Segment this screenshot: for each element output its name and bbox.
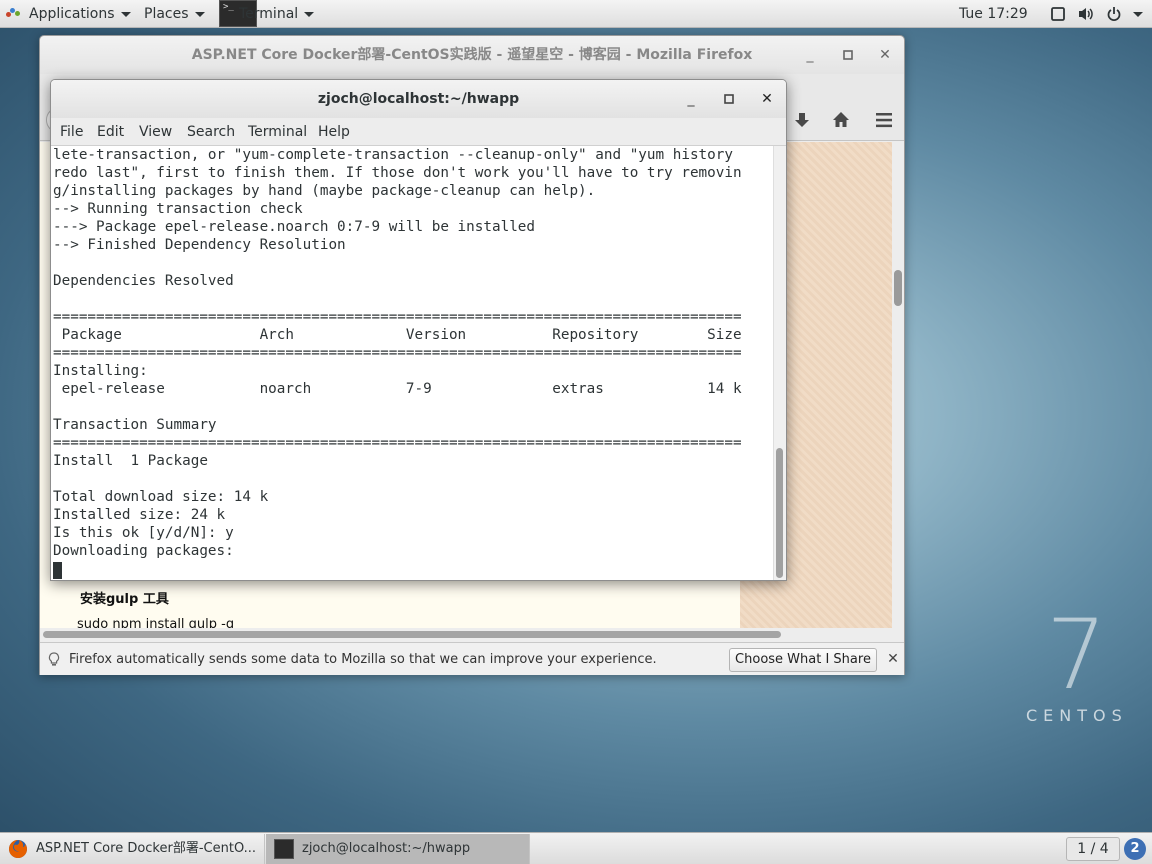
notice-text: Firefox automatically sends some data to… — [69, 643, 657, 676]
clock[interactable]: Tue 17:29 — [959, 0, 1028, 28]
terminal-line: redo last", first to finish them. If tho… — [53, 164, 742, 182]
menu-view[interactable]: View — [139, 118, 172, 146]
firefox-title: ASP.NET Core Docker部署-CentOS实践版 - 遥望星空 -… — [40, 36, 904, 74]
terminal-line: Install 1 Package — [53, 452, 208, 470]
menu-edit[interactable]: Edit — [97, 118, 124, 146]
terminal-line: Is this ok [y/d/N]: y — [53, 524, 234, 542]
display-icon[interactable] — [1050, 6, 1066, 22]
page-horizontal-scroll-thumb[interactable] — [43, 631, 781, 638]
menu-terminal[interactable]: Terminal — [248, 118, 307, 146]
chevron-down-icon — [195, 12, 205, 17]
home-icon[interactable] — [831, 110, 851, 130]
applications-menu[interactable]: Applications — [29, 0, 131, 28]
taskbar-item-label: zjoch@localhost:~/hwapp — [302, 841, 470, 856]
applications-label: Applications — [29, 6, 115, 22]
maximize-icon[interactable] — [839, 46, 857, 64]
active-app-menu[interactable]: Terminal — [239, 0, 314, 28]
top-panel: Applications Places Terminal Tue 17:29 — [0, 0, 1152, 28]
bottom-taskbar: ASP.NET Core Docker部署-CentO... zjoch@loc… — [0, 832, 1152, 864]
taskbar-item-terminal[interactable]: zjoch@localhost:~/hwapp — [266, 834, 530, 864]
menu-help[interactable]: Help — [318, 118, 350, 146]
terminal-line: ========================================… — [53, 344, 742, 362]
places-label: Places — [144, 6, 189, 22]
choose-what-i-share-button[interactable]: Choose What I Share — [729, 648, 877, 672]
terminal-cursor — [53, 562, 62, 579]
terminal-line: Transaction Summary — [53, 416, 217, 434]
taskbar-item-firefox[interactable]: ASP.NET Core Docker部署-CentO... — [0, 834, 265, 864]
terminal-line: g/installing packages by hand (maybe pac… — [53, 182, 595, 200]
menu-search[interactable]: Search — [187, 118, 235, 146]
centos-logo-number: 7 — [1046, 610, 1106, 700]
notice-close-icon[interactable]: ✕ — [884, 650, 902, 668]
minimize-icon[interactable]: _ — [682, 90, 700, 108]
article-heading: 安装gulp 工具 — [80, 588, 169, 607]
lightbulb-icon — [48, 652, 60, 667]
system-menu-chevron-icon[interactable] — [1133, 12, 1143, 17]
terminal-line: Package Arch Version Repository Size — [53, 326, 742, 344]
close-icon[interactable]: ✕ — [758, 90, 776, 108]
terminal-output[interactable]: lete-transaction, or "yum-complete-trans… — [51, 146, 773, 581]
terminal-line: epel-release noarch 7-9 extras 14 k — [53, 380, 742, 398]
minimize-icon[interactable]: _ — [801, 46, 819, 64]
active-app-label: Terminal — [239, 6, 298, 22]
close-icon[interactable]: ✕ — [876, 46, 894, 64]
centos-logo-word: CENTOS — [1026, 706, 1128, 725]
page-horizontal-scrollbar[interactable] — [40, 628, 904, 642]
terminal-line: Dependencies Resolved — [53, 272, 234, 290]
gnome-foot-icon — [6, 8, 20, 20]
terminal-icon — [274, 839, 294, 859]
power-icon[interactable] — [1106, 6, 1122, 22]
article-command: sudo npm install gulp -g — [77, 617, 234, 628]
terminal-line: Downloading packages: — [53, 542, 234, 560]
terminal-line: ---> Package epel-release.noarch 0:7-9 w… — [53, 218, 535, 236]
terminal-line: --> Finished Dependency Resolution — [53, 236, 346, 254]
firefox-icon — [8, 839, 28, 859]
terminal-line: Total download size: 14 k — [53, 488, 268, 506]
data-notice-bar: Firefox automatically sends some data to… — [40, 642, 904, 675]
notification-count-badge[interactable]: 2 — [1124, 838, 1146, 860]
terminal-line: ========================================… — [53, 434, 742, 452]
workspace-indicator[interactable]: 1 / 4 — [1066, 837, 1120, 861]
terminal-line: --> Running transaction check — [53, 200, 303, 218]
places-menu[interactable]: Places — [144, 0, 205, 28]
terminal-line: ========================================… — [53, 308, 742, 326]
terminal-line: Installed size: 24 k — [53, 506, 225, 524]
terminal-line: lete-transaction, or "yum-complete-trans… — [53, 146, 733, 164]
volume-icon[interactable] — [1077, 6, 1095, 22]
chevron-down-icon — [304, 12, 314, 17]
download-icon[interactable] — [792, 110, 812, 130]
taskbar-item-label: ASP.NET Core Docker部署-CentO... — [36, 841, 256, 856]
hamburger-menu-icon[interactable] — [874, 110, 894, 130]
terminal-title: zjoch@localhost:~/hwapp — [51, 80, 786, 118]
terminal-line: Installing: — [53, 362, 148, 380]
terminal-window: zjoch@localhost:~/hwapp _ ✕ File Edit Vi… — [50, 79, 787, 581]
maximize-icon[interactable] — [720, 90, 738, 108]
terminal-scroll-thumb[interactable] — [776, 448, 783, 578]
chevron-down-icon — [121, 12, 131, 17]
terminal-menubar: File Edit View Search Terminal Help — [51, 118, 786, 146]
page-vertical-scroll-thumb[interactable] — [894, 270, 902, 306]
page-vertical-scrollbar[interactable] — [892, 142, 904, 628]
menu-file[interactable]: File — [60, 118, 83, 146]
